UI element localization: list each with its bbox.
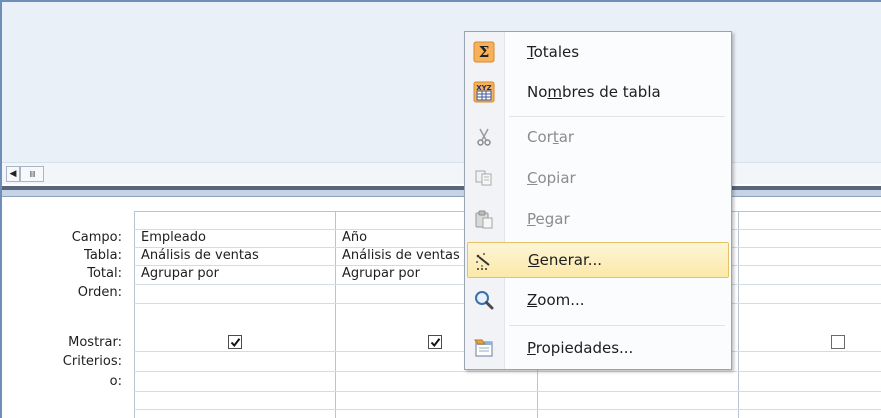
sort-cell-col1[interactable]: [135, 284, 335, 303]
row-label-tabla: Tabla:: [84, 248, 122, 263]
row-label-campo: Campo:: [71, 230, 122, 245]
row-label-mostrar: Mostrar:: [68, 335, 122, 350]
grid-row-line: [134, 409, 881, 410]
row-label-criterios: Criterios:: [62, 354, 122, 369]
grid-column-divider: [738, 211, 739, 418]
table-pane[interactable]: [2, 2, 881, 162]
context-menu: Σ Totales XYZ Nombres de tabla Cortar Co…: [464, 31, 732, 370]
table-cell-col1[interactable]: Análisis de ventas: [135, 247, 335, 265]
field-cell-col2[interactable]: Año: [336, 229, 466, 247]
show-checkbox-col2[interactable]: [428, 335, 442, 349]
table-cell-col2[interactable]: Análisis de ventas: [336, 247, 464, 265]
total-cell-col1[interactable]: Agrupar por: [135, 265, 335, 283]
row-label-o: o:: [109, 374, 122, 389]
horizontal-scrollbar[interactable]: ◀ IIII: [2, 162, 881, 184]
copy-icon: [472, 166, 496, 190]
menu-item-cortar[interactable]: Cortar: [467, 119, 729, 155]
show-checkbox-col4[interactable]: [831, 335, 845, 349]
grid-row-line: [134, 371, 881, 372]
row-label-total: Total:: [87, 266, 122, 281]
wand-icon: [473, 249, 497, 273]
show-checkbox-col1[interactable]: [228, 335, 242, 349]
row-label-orden: Orden:: [77, 285, 122, 300]
paste-icon: [472, 207, 496, 231]
zoom-icon: [472, 288, 496, 312]
menu-item-nombres-de-tabla[interactable]: XYZ Nombres de tabla: [467, 74, 729, 110]
menu-item-totales[interactable]: Σ Totales: [467, 34, 729, 70]
grid-row-line: [134, 391, 881, 392]
menu-item-pegar[interactable]: Pegar: [467, 201, 729, 237]
total-cell-col2[interactable]: Agrupar por: [336, 265, 466, 283]
scroll-left-arrow-icon[interactable]: ◀: [6, 166, 20, 182]
field-cell-col1[interactable]: Empleado: [135, 229, 335, 247]
menu-separator: [509, 116, 725, 117]
table-names-icon: XYZ: [472, 80, 496, 104]
menu-item-copiar[interactable]: Copiar: [467, 160, 729, 196]
menu-separator: [509, 325, 725, 326]
scroll-thumb[interactable]: IIII: [20, 166, 44, 182]
sigma-icon: Σ: [472, 40, 496, 64]
scissors-icon: [472, 125, 496, 149]
design-grid: Campo: Tabla: Total: Orden: Mostrar: Cri…: [2, 197, 881, 418]
menu-item-generar[interactable]: Generar...: [467, 242, 729, 278]
menu-item-propiedades[interactable]: Propiedades...: [467, 330, 729, 366]
svg-text:Σ: Σ: [479, 43, 490, 61]
menu-item-zoom[interactable]: Zoom...: [467, 282, 729, 318]
properties-icon: [472, 336, 496, 360]
